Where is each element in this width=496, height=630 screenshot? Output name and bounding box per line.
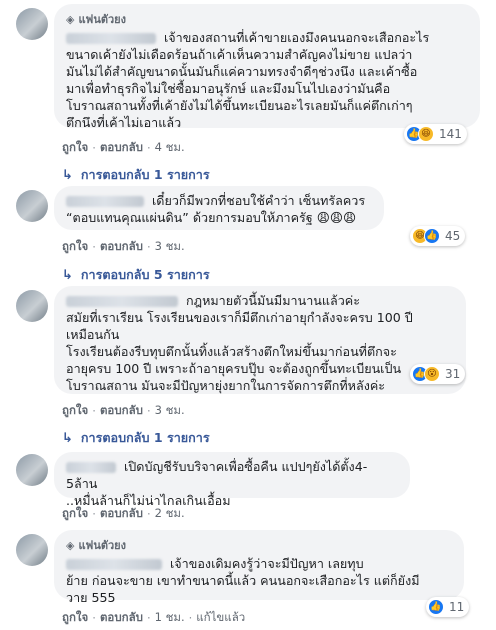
avatar[interactable] (16, 454, 48, 486)
commenter-name[interactable] (66, 462, 116, 473)
reaction-count: 11 (449, 600, 465, 614)
fan-badge: ◈ แฟนตัวยง (66, 12, 127, 27)
reaction-summary[interactable]: 👍 11 (426, 597, 470, 617)
like-link[interactable]: ถูกใจ (62, 505, 88, 523)
like-link[interactable]: ถูกใจ (62, 139, 88, 157)
avatar[interactable] (16, 290, 48, 322)
comment-text: กฎหมายตัวนี้มันมีมานานแล้วค่ะ สมัยที่เรา… (66, 293, 413, 393)
reply-link[interactable]: ตอบกลับ (100, 505, 143, 523)
reply-link[interactable]: ตอบกลับ (100, 609, 143, 627)
comment-bubble: ◈ แฟนตัวยง เจ้าของเดิมคงรู้ว่าจะมีปัญหา เ… (54, 530, 464, 605)
reaction-summary[interactable]: 👍 😆 141 (404, 124, 467, 144)
view-replies-link[interactable]: ↳ การตอบกลับ 5 รายการ (62, 265, 210, 285)
comment-actions: ถูกใจ · ตอบกลับ · 1 ชม. · แก้ไขแล้ว (62, 609, 246, 627)
like-link[interactable]: ถูกใจ (62, 609, 88, 627)
timestamp[interactable]: 2 ชม. (155, 505, 185, 523)
diamond-icon: ◈ (66, 12, 75, 26)
comment-actions: ถูกใจ · ตอบกลับ · 4 ชม. (62, 139, 185, 157)
like-link[interactable]: ถูกใจ (62, 238, 88, 256)
timestamp[interactable]: 1 ชม. (155, 609, 185, 627)
timestamp[interactable]: 4 ชม. (155, 139, 185, 157)
comment-bubble: เดี๋ยวก็มีพวกที่ชอบใช้คำว่า เซ็นทรัลควร … (54, 186, 384, 230)
reaction-summary[interactable]: 😆 👍 45 (410, 226, 466, 246)
commenter-name[interactable] (66, 296, 178, 307)
reaction-count: 45 (445, 229, 461, 243)
avatar[interactable] (16, 534, 48, 566)
like-link[interactable]: ถูกใจ (62, 402, 88, 420)
timestamp[interactable]: 3 ชม. (155, 238, 185, 256)
avatar[interactable] (16, 190, 48, 222)
comment-actions: ถูกใจ · ตอบกลับ · 2 ชม. (62, 505, 185, 523)
comment-actions: ถูกใจ · ตอบกลับ · 3 ชม. (62, 238, 185, 256)
reply-arrow-icon: ↳ (62, 267, 73, 283)
reply-arrow-icon: ↳ (62, 430, 73, 446)
edited-label[interactable]: แก้ไขแล้ว (196, 609, 245, 627)
diamond-icon: ◈ (66, 538, 75, 552)
comment-text: เจ้าของสถานที่เค้าขายเองมึงคนนอกจะเสือกอ… (66, 30, 430, 130)
fan-badge: ◈ แฟนตัวยง (66, 538, 127, 553)
view-replies-link[interactable]: ↳ การตอบกลับ 1 รายการ (62, 165, 210, 185)
timestamp[interactable]: 3 ชม. (155, 402, 185, 420)
comment-bubble: ◈ แฟนตัวยง เจ้าของสถานที่เค้าขายเองมึงคนน… (54, 4, 480, 130)
wow-reaction-icon: 😮 (424, 366, 440, 382)
haha-reaction-icon: 😆 (418, 126, 434, 142)
comment-actions: ถูกใจ · ตอบกลับ · 3 ชม. (62, 402, 185, 420)
reply-arrow-icon: ↳ (62, 167, 73, 183)
reply-link[interactable]: ตอบกลับ (100, 402, 143, 420)
like-reaction-icon: 👍 (424, 228, 440, 244)
like-reaction-icon: 👍 (428, 599, 444, 615)
view-replies-link[interactable]: ↳ การตอบกลับ 1 รายการ (62, 428, 210, 448)
commenter-name[interactable] (66, 33, 156, 44)
reaction-summary[interactable]: 👍 😮 31 (410, 364, 466, 384)
comment-bubble: เปิดบัญชีรับบริจาคเพื่อซื้อคืน แปปๆยังได… (54, 452, 410, 508)
commenter-name[interactable] (66, 559, 162, 570)
reply-link[interactable]: ตอบกลับ (100, 238, 143, 256)
comment-bubble: กฎหมายตัวนี้มันมีมานานแล้วค่ะ สมัยที่เรา… (54, 286, 466, 394)
reply-link[interactable]: ตอบกลับ (100, 139, 143, 157)
reaction-count: 31 (445, 367, 461, 381)
commenter-name[interactable] (66, 196, 144, 207)
reaction-count: 141 (439, 127, 462, 141)
avatar[interactable] (16, 8, 48, 40)
